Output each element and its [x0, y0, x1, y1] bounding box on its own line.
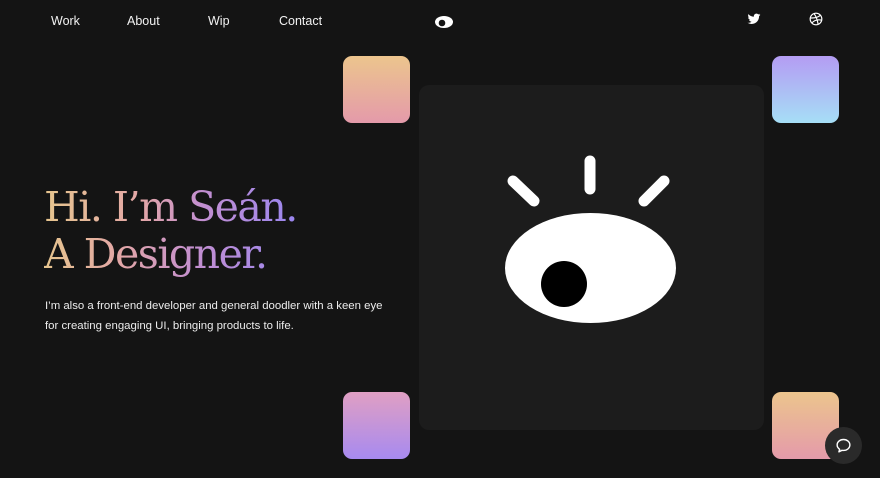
hero-title-line1: Hi. I’m Seán.: [44, 183, 298, 231]
eye-logo-icon[interactable]: [434, 14, 454, 30]
hero-illustration-panel: [419, 85, 764, 430]
nav-link-contact[interactable]: Contact: [279, 14, 322, 28]
eye-illustration-icon: [505, 155, 676, 323]
hero-title-line2: A Designer.: [44, 231, 297, 278]
gradient-square-top-right: [772, 56, 839, 123]
nav-link-work[interactable]: Work: [51, 14, 80, 28]
hero-description: I’m also a front-end developer and gener…: [45, 300, 383, 332]
twitter-icon[interactable]: [747, 12, 761, 26]
gradient-square-top-left: [343, 56, 410, 123]
chat-bubble-icon: [836, 438, 851, 453]
hero-title: Hi. I’m Seán. A Designer.: [44, 183, 298, 278]
nav-link-about[interactable]: About: [127, 14, 160, 28]
gradient-square-bottom-left: [343, 392, 410, 459]
chat-button[interactable]: [825, 427, 862, 464]
nav-link-wip[interactable]: Wip: [208, 14, 230, 28]
dribbble-icon[interactable]: [809, 12, 823, 26]
